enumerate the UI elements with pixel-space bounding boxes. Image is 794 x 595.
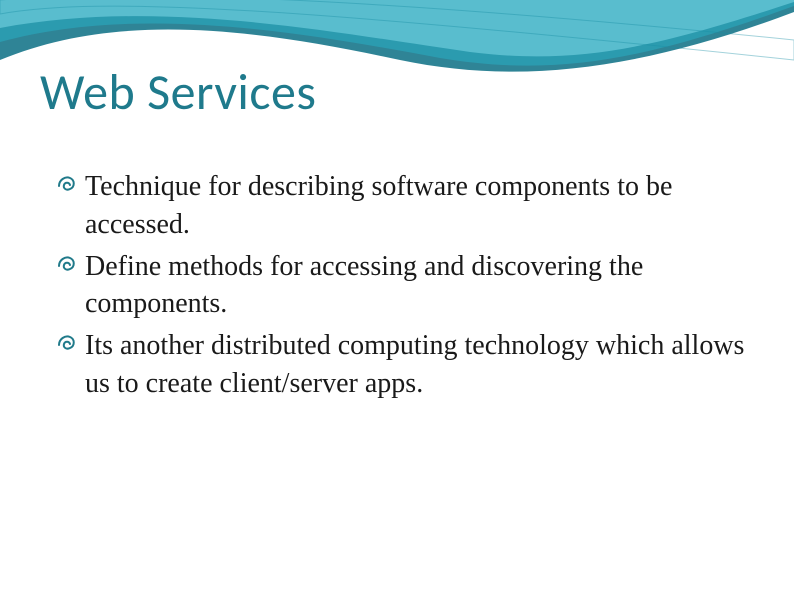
- slide-body: Technique for describing software compon…: [55, 168, 745, 407]
- bullet-item: Its another distributed computing techno…: [55, 327, 745, 403]
- swirl-bullet-icon: [55, 252, 79, 276]
- bullet-text: Technique for describing software compon…: [85, 171, 672, 240]
- slide-title: Web Services: [40, 62, 316, 123]
- bullet-item: Define methods for accessing and discove…: [55, 248, 745, 324]
- slide: Web Services Technique for describing so…: [0, 0, 794, 595]
- swirl-bullet-icon: [55, 172, 79, 196]
- bullet-text: Its another distributed computing techno…: [85, 330, 744, 399]
- bullet-item: Technique for describing software compon…: [55, 168, 745, 244]
- swirl-bullet-icon: [55, 331, 79, 355]
- bullet-text: Define methods for accessing and discove…: [85, 251, 643, 320]
